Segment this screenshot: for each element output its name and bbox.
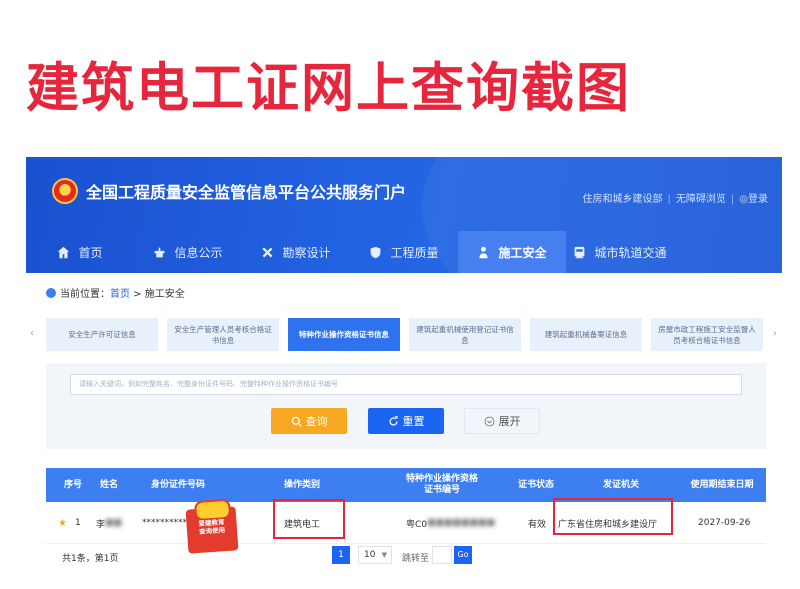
link-accessibility[interactable]: 无障碍浏览 — [676, 190, 726, 205]
nav-construction-safety[interactable]: 施工安全 — [458, 231, 566, 273]
reset-button[interactable]: 重置 — [368, 408, 444, 434]
col-name: 姓名 — [99, 479, 118, 490]
row-name: 李 ■■ — [96, 518, 123, 530]
shield-icon — [371, 246, 381, 258]
user-icon: ◎ — [739, 194, 748, 205]
row-end-date: 2027-09-26 — [698, 518, 751, 528]
page-headline: 建筑电工证网上查询截图 — [26, 58, 631, 119]
nav-quality[interactable]: 工程质量 — [350, 231, 458, 273]
breadcrumb-home[interactable]: 首页 — [110, 289, 130, 300]
link-ministry[interactable]: 住房和城乡建设部 — [583, 190, 663, 205]
row-no: ★ 1 — [58, 517, 81, 529]
national-emblem-icon — [52, 178, 78, 204]
train-icon — [575, 246, 585, 258]
caret-down-icon: ▼ — [381, 551, 387, 559]
search-icon — [291, 416, 302, 427]
search-input[interactable]: 请输入关键词，例如完整姓名、完整身份证件号码、完整特种作业操作资格证书编号 — [70, 374, 742, 395]
table-header: 序号 姓名 身份证件号码 操作类别 特种作业操作资格证书编号 证书状态 发证机关… — [46, 468, 766, 502]
expand-button[interactable]: 展开 — [464, 408, 540, 434]
pager-page-1[interactable]: 1 — [332, 546, 350, 564]
chevron-right-icon[interactable]: › — [773, 328, 777, 339]
location-icon — [46, 288, 56, 298]
pagination: 共1条，第1页 1 10 ▼ 跳转至 Go — [46, 543, 766, 567]
category-tabs: ‹ 安全生产许可证信息 安全生产管理人员考核合格证书信息 特种作业操作资格证书信… — [26, 318, 782, 352]
main-nav: 首页 信息公示 勘察设计 工程质量 施工安全 城市轨道交通 — [26, 231, 782, 273]
star-icon: ★ — [58, 517, 67, 529]
row-status: 有效 — [528, 519, 547, 530]
portal-window: 全国工程质量安全监管信息平台公共服务门户 住房和城乡建设部 | 无障碍浏览 | ◎ 登录… — [26, 157, 782, 589]
row-cert-number: 粤C0 ■■■■■■■■ — [406, 518, 496, 530]
pager-size-select[interactable]: 10 ▼ — [358, 546, 392, 564]
tab-crane-registration[interactable]: 建筑起重机械使用登记证书信息 — [409, 318, 521, 351]
highlight-issuer — [553, 498, 673, 535]
col-cert-number: 特种作业操作资格证书编号 — [406, 474, 479, 495]
home-icon — [58, 246, 70, 258]
nav-info-notice[interactable]: 信息公示 — [134, 231, 242, 273]
col-issuer: 发证机关 — [602, 479, 639, 490]
col-status: 证书状态 — [517, 479, 554, 490]
search-panel: 请输入关键词，例如完整姓名、完整身份证件号码、完整特种作业操作资格证书编号 查询… — [46, 363, 766, 449]
nav-survey-design[interactable]: 勘察设计 — [242, 231, 350, 273]
pager-total: 共1条，第1页 — [62, 554, 119, 564]
tab-crane-filing[interactable]: 建筑起重机械备案证信息 — [530, 318, 642, 351]
tab-supervisor-cert[interactable]: 房屋市政工程施工安全监督人员考核合格证书信息 — [651, 318, 763, 351]
col-end-date: 使用期结束日期 — [690, 479, 754, 490]
col-category: 操作类别 — [283, 479, 320, 490]
portal-banner: 全国工程质量安全监管信息平台公共服务门户 住房和城乡建设部 | 无障碍浏览 | ◎ 登录… — [26, 157, 782, 273]
nav-rail-transit[interactable]: 城市轨道交通 — [566, 231, 674, 273]
nav-home[interactable]: 首页 — [26, 231, 134, 273]
notice-icon — [155, 247, 165, 257]
query-button[interactable]: 查询 — [271, 408, 347, 434]
col-no: 序号 — [63, 479, 82, 490]
pager-jump-input[interactable] — [432, 546, 452, 564]
breadcrumb-current: 施工安全 — [144, 289, 185, 300]
top-links: 住房和城乡建设部 | 无障碍浏览 | ◎ 登录 — [583, 190, 768, 205]
tools-icon — [263, 247, 273, 257]
col-id-number: 身份证件号码 — [150, 479, 205, 490]
tab-special-operation-cert[interactable]: 特种作业操作资格证书信息 — [288, 318, 400, 351]
pager-go-button[interactable]: Go — [454, 546, 472, 564]
row-id-number: *********** — [142, 518, 192, 528]
breadcrumb: 当前位置：首页 > 施工安全 — [46, 285, 185, 300]
site-title: 全国工程质量安全监管信息平台公共服务门户 — [86, 183, 407, 202]
pager-jump-label: 跳转至 — [402, 554, 430, 564]
chevron-left-icon[interactable]: ‹ — [30, 328, 34, 339]
link-login[interactable]: 登录 — [748, 190, 768, 205]
chevron-down-circle-icon — [484, 416, 494, 426]
worker-icon — [479, 246, 489, 258]
highlight-category — [273, 499, 345, 539]
tab-safety-manager-cert[interactable]: 安全生产管理人员考核合格证书信息 — [167, 318, 279, 351]
tab-safety-license[interactable]: 安全生产许可证信息 — [46, 318, 158, 351]
refresh-icon — [388, 415, 398, 425]
